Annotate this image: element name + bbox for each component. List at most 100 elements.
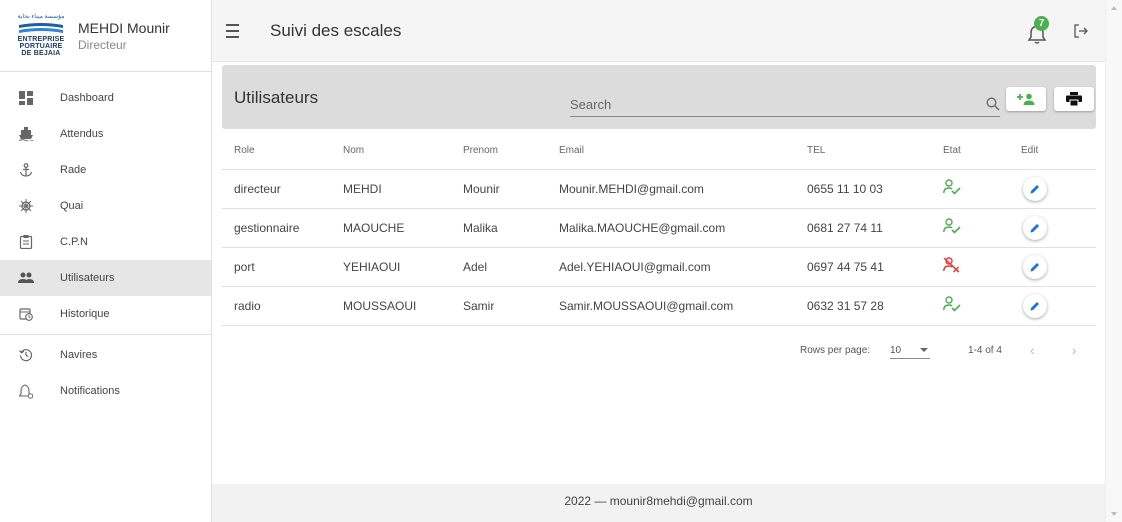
next-page-button[interactable]: › [1072, 342, 1077, 358]
column-header-prenom[interactable]: Prenom [451, 132, 547, 170]
cell-etat [931, 169, 1009, 209]
company-logo: مؤسسة ميناء بجاية ENTREPRISE PORTUAIRE D… [14, 8, 68, 64]
cell-prenom: Adel [451, 247, 547, 287]
menu-icon-bar [226, 23, 239, 26]
cell-edit [1009, 286, 1096, 326]
pencil-icon [1030, 301, 1039, 310]
cell-prenom: Malika [451, 208, 547, 248]
sidebar-item-cpn[interactable]: C.P.N [0, 224, 211, 260]
pencil-icon [1030, 223, 1039, 232]
edit-button[interactable] [1023, 215, 1047, 240]
user-role: Directeur [78, 37, 127, 52]
sidebar-item-rade[interactable]: Rade [0, 152, 211, 188]
table-pagination: Rows per page: 10 1-4 of 4 ‹ › [222, 337, 1096, 361]
notification-count-badge: 7 [1034, 15, 1049, 31]
sidebar-item-dashboard[interactable]: Dashboard [0, 80, 211, 116]
pagination-range: 1-4 of 4 [968, 345, 1002, 356]
column-header-etat[interactable]: Etat [931, 132, 1009, 170]
notifications-button[interactable]: 7 [1027, 15, 1051, 44]
pencil-icon [1030, 262, 1039, 271]
clipboard-icon [18, 234, 34, 250]
table-header-row: Role Nom Prenom Email TEL Etat Edit [222, 132, 1096, 170]
cell-nom: MOUSSAOUI [331, 286, 451, 326]
logo-arabic-text: مؤسسة ميناء بجاية [17, 14, 65, 20]
search-input[interactable] [570, 89, 970, 112]
cell-role: gestionnaire [222, 208, 331, 248]
user-inactive-icon[interactable] [943, 257, 961, 273]
sidebar-item-label: Notifications [60, 385, 120, 397]
user-active-icon[interactable] [943, 296, 961, 312]
cell-nom: MAOUCHE [331, 208, 451, 248]
users-icon [18, 270, 34, 286]
sidebar-divider [0, 334, 211, 335]
ship-icon [18, 126, 34, 142]
cell-role: radio [222, 286, 331, 326]
chevron-down-icon [920, 348, 928, 352]
sidebar-item-label: Utilisateurs [60, 272, 115, 284]
top-app-bar: Suivi des escales 7 [212, 0, 1105, 62]
menu-toggle-button[interactable] [226, 23, 250, 38]
column-header-nom[interactable]: Nom [331, 132, 451, 170]
sidebar-item-utilisateurs[interactable]: Utilisateurs [0, 260, 211, 296]
rows-per-page-select[interactable]: 10 [890, 341, 930, 359]
column-header-edit: Edit [1009, 132, 1096, 170]
cell-prenom: Mounir [451, 169, 547, 209]
table-row: gestionnaire MAOUCHE Malika Malika.MAOUC… [222, 208, 1096, 248]
cell-role: port [222, 247, 331, 287]
scroll-up-arrow[interactable] [1111, 6, 1117, 10]
previous-page-button[interactable]: ‹ [1030, 342, 1035, 358]
sidebar-item-label: C.P.N [60, 236, 88, 248]
brand-header: مؤسسة ميناء بجاية ENTREPRISE PORTUAIRE D… [0, 0, 211, 72]
pencil-icon [1030, 184, 1039, 193]
sidebar-item-navires[interactable]: Navires [0, 337, 211, 373]
main-content: Utilisateurs Search Role Nom Prenom Emai… [212, 62, 1105, 484]
column-header-tel[interactable]: TEL [795, 132, 931, 170]
column-header-role[interactable]: Role [222, 132, 331, 170]
printer-icon [1066, 92, 1082, 106]
cell-email: Adel.YEHIAOUI@gmail.com [547, 247, 795, 287]
edit-button[interactable] [1023, 254, 1047, 279]
cell-email: Mounir.MEHDI@gmail.com [547, 169, 795, 209]
table-row: radio MOUSSAOUI Samir Samir.MOUSSAOUI@gm… [222, 286, 1096, 326]
menu-icon-bar [226, 29, 239, 32]
footer-text: 2022 — mounir8mehdi@gmail.com [564, 494, 753, 508]
cell-nom: MEHDI [331, 169, 451, 209]
cell-tel: 0697 44 75 41 [795, 247, 931, 287]
print-button[interactable] [1054, 87, 1094, 111]
add-user-button[interactable] [1006, 87, 1046, 111]
top-actions: 7 [1027, 15, 1089, 44]
sidebar-item-attendus[interactable]: Attendus [0, 116, 211, 152]
page-title: Utilisateurs [234, 88, 319, 107]
edit-button[interactable] [1023, 176, 1047, 201]
sidebar-item-label: Rade [60, 164, 87, 176]
column-header-email[interactable]: Email [547, 132, 795, 170]
table-row: directeur MEHDI Mounir Mounir.MEHDI@gmai… [222, 169, 1096, 209]
logo-line-3: DE BEJAIA [21, 50, 61, 57]
sidebar-item-quai[interactable]: Quai [0, 188, 211, 224]
footer: 2022 — mounir8mehdi@gmail.com [212, 484, 1105, 522]
cell-edit [1009, 208, 1096, 248]
search-field [570, 89, 1000, 117]
cell-edit [1009, 247, 1096, 287]
cell-prenom: Samir [451, 286, 547, 326]
scrollbar[interactable] [1105, 0, 1122, 522]
users-table: Role Nom Prenom Email TEL Etat Edit dire… [222, 132, 1096, 326]
rows-per-page-value: 10 [890, 345, 902, 356]
sidebar-item-label: Attendus [60, 128, 104, 140]
sidebar-item-notifications[interactable]: Notifications [0, 373, 211, 409]
logout-icon[interactable] [1073, 23, 1089, 39]
sidebar-item-label: Quai [60, 200, 84, 212]
history-icon [18, 347, 34, 363]
scroll-down-arrow[interactable] [1111, 512, 1117, 516]
cell-email: Malika.MAOUCHE@gmail.com [547, 208, 795, 248]
edit-button[interactable] [1023, 293, 1047, 318]
user-active-icon[interactable] [943, 179, 961, 195]
sidebar-item-label: Dashboard [60, 92, 114, 104]
user-info: MEHDI Mounir Directeur [78, 20, 170, 52]
search-icon[interactable] [986, 97, 1000, 111]
user-active-icon[interactable] [943, 218, 961, 234]
rows-per-page-label: Rows per page: [800, 345, 871, 356]
sidebar-item-historique[interactable]: Historique [0, 296, 211, 332]
cell-etat [931, 286, 1009, 326]
cell-tel: 0655 11 10 03 [795, 169, 931, 209]
